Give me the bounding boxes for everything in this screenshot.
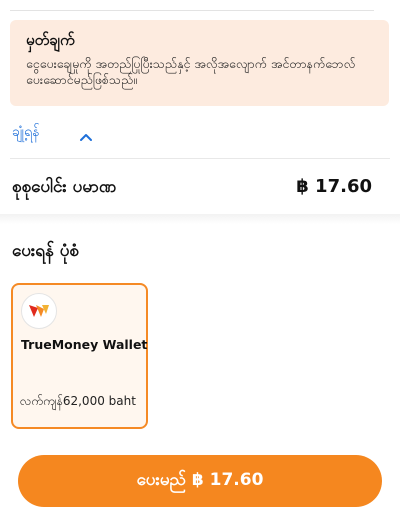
total-amount-value: ฿ 17.60 xyxy=(296,176,372,197)
section-separator xyxy=(0,214,400,224)
chevron-up-icon xyxy=(79,127,93,141)
collapse-label: ချုံ့ရန် xyxy=(12,123,40,140)
note-title: မှတ်ချက် xyxy=(26,31,75,49)
collapse-summary-toggle[interactable]: ချုံ့ရန် xyxy=(12,120,93,144)
payment-method-card-truemoney[interactable]: TrueMoney Wallet လက်ကျန်62,000 baht xyxy=(11,283,148,429)
summary-divider xyxy=(10,158,390,159)
wallet-name: TrueMoney Wallet xyxy=(21,337,148,352)
payment-method-heading: ပေးရန် ပုံစံ xyxy=(12,241,79,261)
note-box: မှတ်ချက် ငွေပေးချေမှုကို အတည်ပြုပြီးသည်န… xyxy=(10,20,389,106)
top-divider xyxy=(10,10,374,11)
total-amount-label: စုစုပေါင်း ပမာဏ xyxy=(12,177,117,197)
note-body: ငွေပေးချေမှုကို အတည်ပြုပြီးသည်နှင့် အလို… xyxy=(26,56,356,87)
pay-button[interactable]: ပေးမည် ฿ 17.60 xyxy=(18,455,382,507)
wallet-balance: လက်ကျန်62,000 baht xyxy=(20,394,136,408)
truemoney-logo-icon xyxy=(21,293,57,329)
